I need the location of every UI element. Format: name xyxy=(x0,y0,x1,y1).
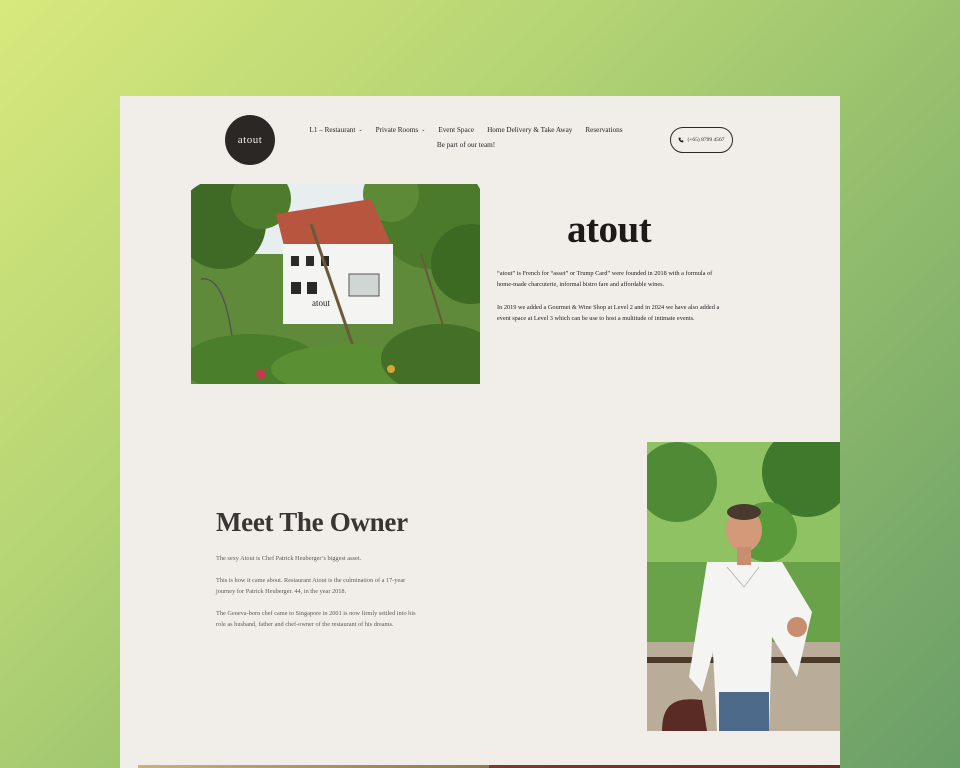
chevron-down-icon: ⌄ xyxy=(421,128,426,133)
nav-item-home-delivery[interactable]: Home Delivery & Take Away xyxy=(487,126,572,134)
nav-item-private-rooms[interactable]: Private Rooms ⌄ xyxy=(376,126,426,134)
building-sign: atout xyxy=(312,298,330,308)
nav-item-careers[interactable]: Be part of our team! xyxy=(437,141,495,149)
intro-text: “atout” is French for “asset” or Trump C… xyxy=(497,268,725,324)
phone-icon xyxy=(679,137,684,143)
owner-text: The sexy Atout is Chef Patrick Heuberger… xyxy=(216,553,416,630)
main-nav: L1 – Restaurant ⌄ Private Rooms ⌄ Event … xyxy=(296,126,636,149)
phone-button[interactable]: (+65) 8799 4567 xyxy=(670,127,733,153)
owner-paragraph: The Geneva-born chef came to Singapore i… xyxy=(216,610,416,628)
nav-item-event-space[interactable]: Event Space xyxy=(438,126,474,134)
nav-row-2: Be part of our team! xyxy=(296,141,636,149)
nav-item-label: Home Delivery & Take Away xyxy=(487,126,573,134)
page: atout L1 – Restaurant ⌄ Private Rooms ⌄ … xyxy=(120,96,840,768)
intro-title: atout xyxy=(567,208,652,251)
nav-item-label: L1 – Restaurant xyxy=(309,126,356,134)
restaurant-building-image: atout xyxy=(191,184,480,384)
chevron-down-icon: ⌄ xyxy=(358,128,363,133)
nav-item-reservations[interactable]: Reservations xyxy=(585,126,622,134)
nav-item-label: Be part of our team! xyxy=(436,141,496,149)
building-illustration: atout xyxy=(191,184,480,384)
nav-item-label: Event Space xyxy=(438,126,475,134)
intro-paragraph: In 2019 we added a Gourmet & Wine Shop a… xyxy=(497,304,720,322)
nav-row-1: L1 – Restaurant ⌄ Private Rooms ⌄ Event … xyxy=(296,126,636,134)
chef-portrait-image xyxy=(647,442,840,731)
owner-paragraph: This is how it came about. Restaurant At… xyxy=(216,577,406,595)
logo[interactable]: atout xyxy=(225,115,275,165)
nav-item-label: Reservations xyxy=(585,126,623,134)
nav-item-label: Private Rooms xyxy=(375,126,419,134)
phone-number: (+65) 8799 4567 xyxy=(687,137,725,143)
chef-illustration xyxy=(647,442,840,731)
owner-paragraph: The sexy Atout is Chef Patrick Heuberger… xyxy=(216,555,362,562)
intro-paragraph: “atout” is French for “asset” or Trump C… xyxy=(497,270,713,288)
nav-item-restaurant[interactable]: L1 – Restaurant ⌄ xyxy=(309,126,362,134)
owner-section-title: Meet The Owner xyxy=(216,507,408,537)
